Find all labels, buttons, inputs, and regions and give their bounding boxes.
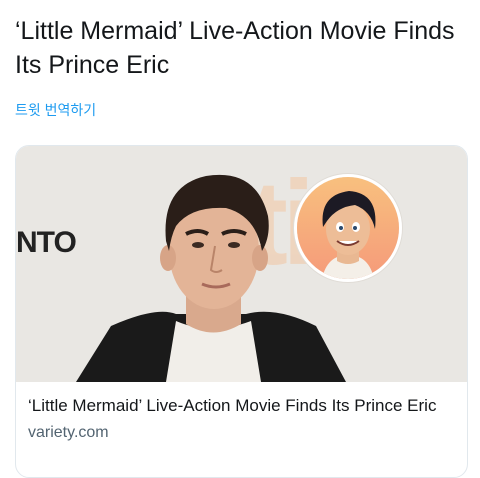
tweet-text: ‘Little Mermaid’ Live-Action Movie Finds… xyxy=(15,17,455,79)
card-image: tif NTO xyxy=(16,146,467,382)
card-domain: variety.com xyxy=(28,424,109,441)
translate-tweet-link[interactable]: 트윗 번역하기 xyxy=(15,100,96,120)
prince-eric-avatar xyxy=(294,174,402,282)
card-title: ‘Little Mermaid’ Live-Action Movie Finds… xyxy=(28,396,437,415)
link-preview-card[interactable]: tif NTO ‘Little Mermaid’ Live-Action Mov… xyxy=(15,145,468,478)
actor-portrait xyxy=(76,174,346,382)
card-body: ‘Little Mermaid’ Live-Action Movie Finds… xyxy=(16,382,467,442)
